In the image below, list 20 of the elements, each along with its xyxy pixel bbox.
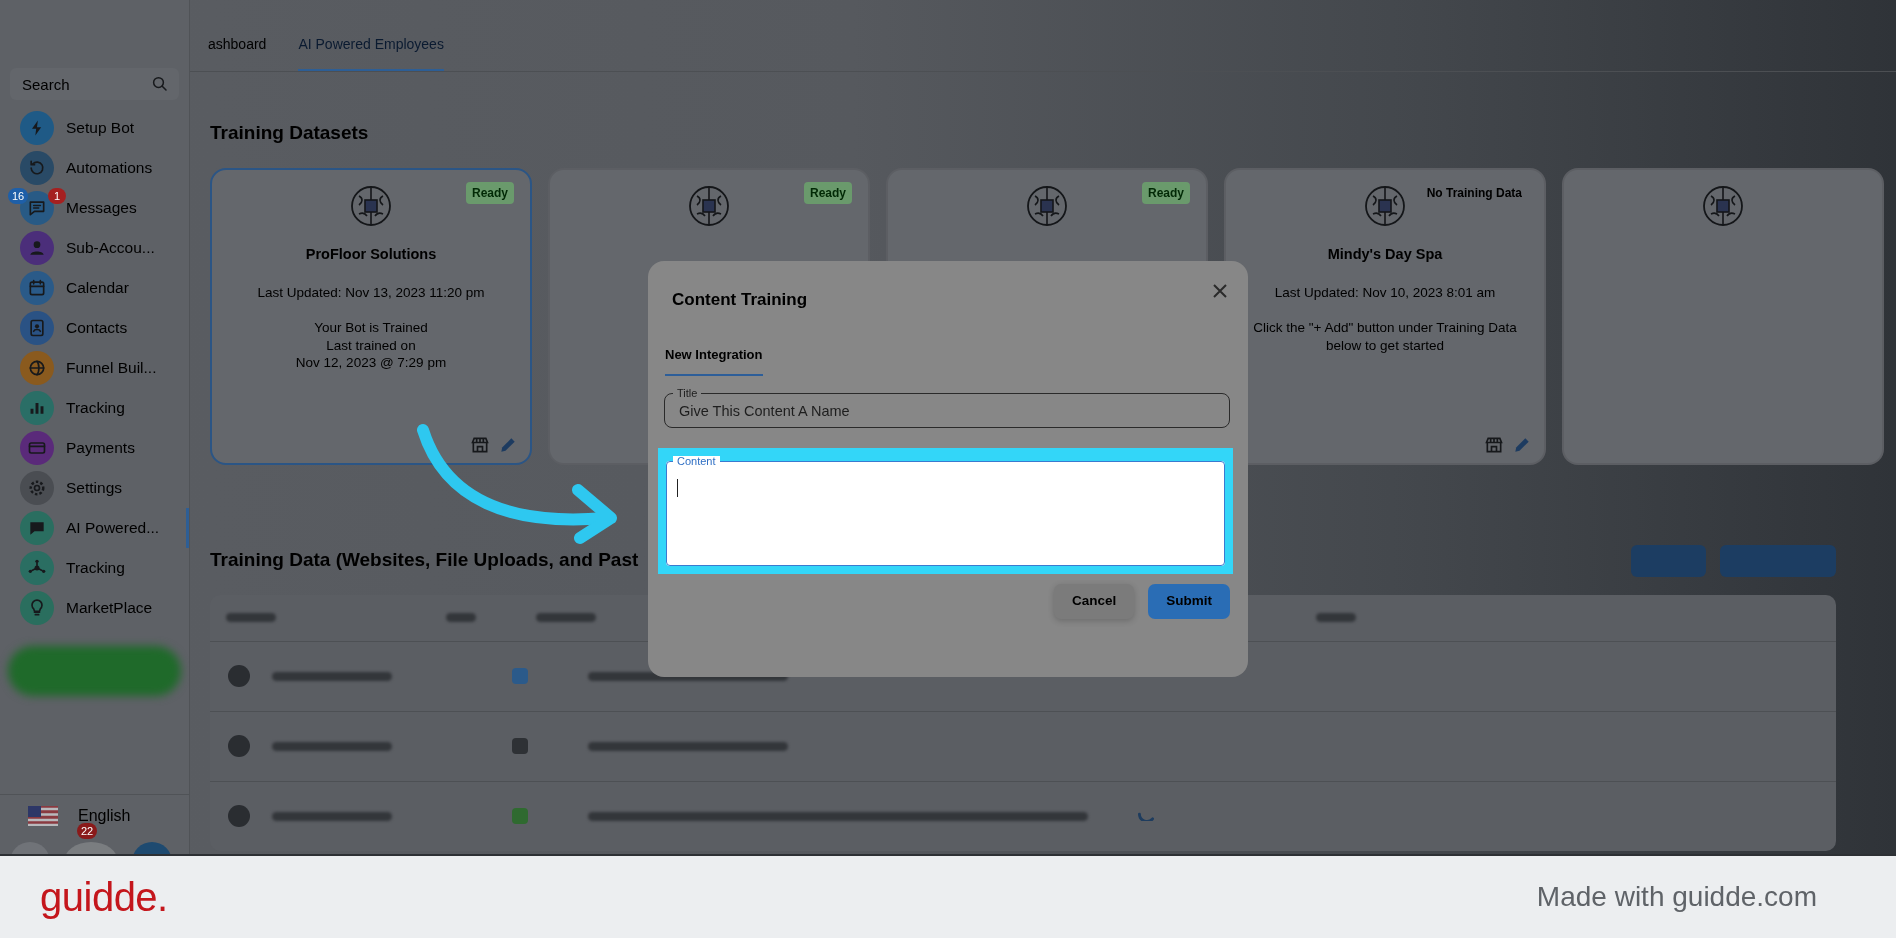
status-label: Ready: [465, 181, 514, 204]
dataset-name: ProFloor Solutions: [305, 244, 437, 264]
section-title: Training Datasets: [210, 122, 370, 145]
credit-text: Made with guidde.com: [1536, 880, 1817, 914]
field-label: Content: [673, 456, 720, 467]
count-badge: 1: [48, 188, 66, 204]
section-title: Training Data (Websites, File Uploads, and Past: [210, 549, 639, 573]
dialog-title: Content Training: [672, 289, 808, 311]
count-badge: 16: [8, 188, 29, 204]
dataset-info: Last Updated: Nov 13, 2023 11:20 pm: [257, 283, 485, 302]
status-label: Ready: [1141, 181, 1190, 204]
dataset-info: Your Bot is Trained Last trained on Nov 12, 2023 @ 7:29 pm: [295, 319, 447, 372]
dataset-info: Click the "+ Add" button under Training Data below to get started: [1253, 319, 1517, 355]
field-label: Title: [676, 388, 699, 399]
status-label: No Training Data: [1425, 184, 1523, 202]
status-label: Ready: [803, 181, 852, 204]
dataset-info: Last Updated: Nov 10, 2023 8:01 am: [1274, 283, 1496, 302]
count-badge: 22: [77, 823, 98, 839]
dataset-name: Mindy's Day Spa: [1327, 244, 1443, 264]
brand-logo: guidde.: [40, 874, 168, 921]
